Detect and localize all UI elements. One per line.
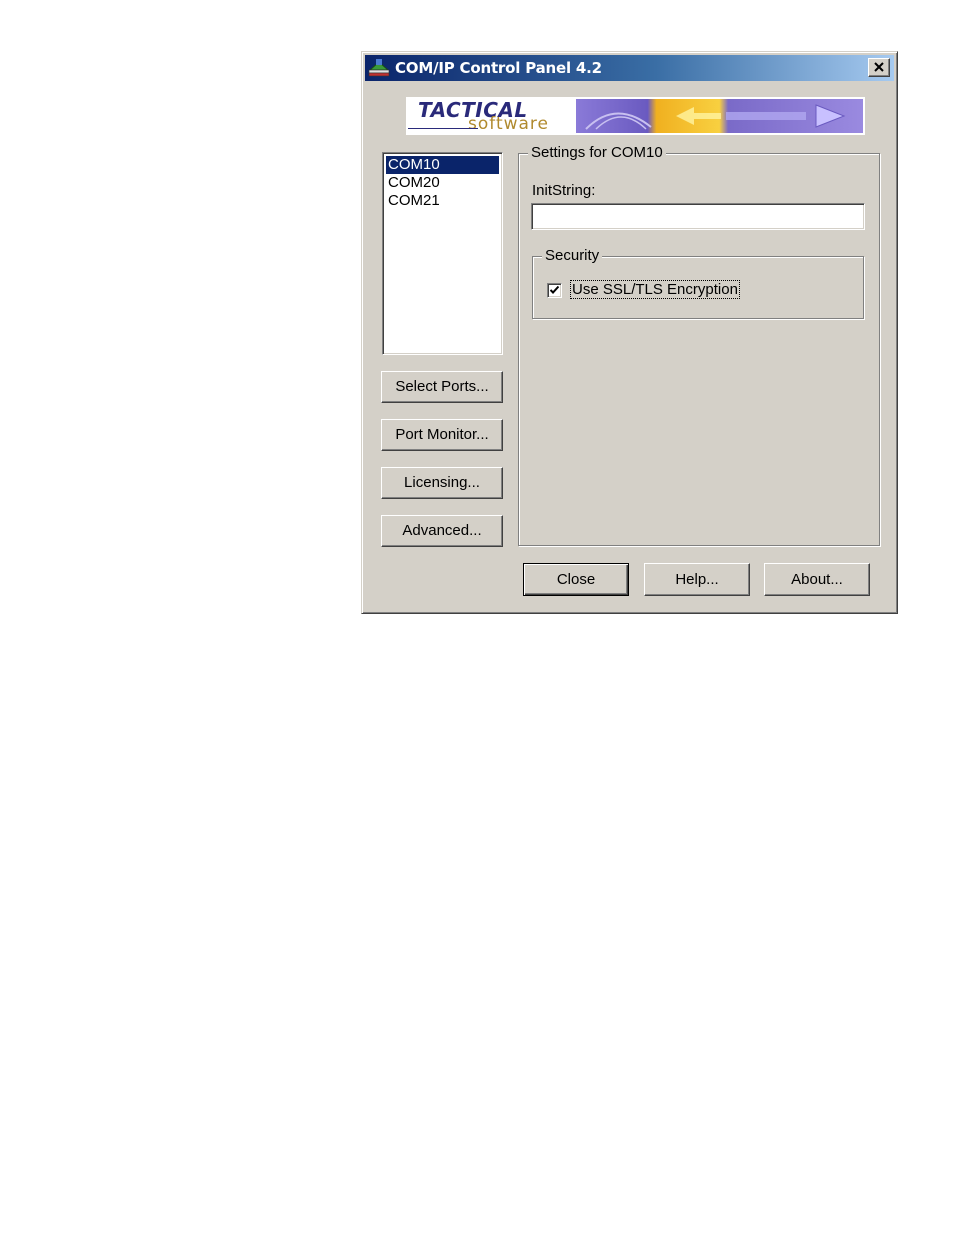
tactical-software-logo: TACTICAL software — [406, 97, 865, 135]
logo-banner-art — [576, 99, 863, 133]
port-list-item[interactable]: COM20 — [386, 174, 499, 192]
select-ports-button[interactable]: Select Ports... — [381, 371, 503, 403]
close-icon — [874, 62, 884, 72]
close-window-button[interactable] — [868, 58, 890, 77]
network-app-icon — [368, 58, 390, 78]
dialog-window: COM/IP Control Panel 4.2 TACTICAL softwa… — [361, 51, 898, 614]
logo-underline — [408, 128, 478, 129]
title-bar[interactable]: COM/IP Control Panel 4.2 — [365, 55, 894, 81]
port-listbox[interactable]: COM10 COM20 COM21 — [382, 152, 503, 355]
about-button[interactable]: About... — [764, 563, 870, 596]
checkmark-icon — [550, 286, 559, 294]
security-group-label: Security — [542, 247, 603, 264]
licensing-button[interactable]: Licensing... — [381, 467, 503, 499]
advanced-button[interactable]: Advanced... — [381, 515, 503, 547]
close-button[interactable]: Close — [523, 563, 629, 596]
ssl-checkbox-label[interactable]: Use SSL/TLS Encryption — [570, 280, 740, 299]
port-list-item[interactable]: COM10 — [386, 156, 499, 174]
help-button[interactable]: Help... — [644, 563, 750, 596]
initstring-label: InitString: — [532, 182, 596, 199]
logo-text-software: software — [468, 114, 550, 134]
initstring-input[interactable] — [531, 203, 865, 230]
port-monitor-button[interactable]: Port Monitor... — [381, 419, 503, 451]
port-list-item[interactable]: COM21 — [386, 192, 499, 210]
window-title: COM/IP Control Panel 4.2 — [395, 59, 602, 77]
ssl-checkbox[interactable] — [547, 283, 562, 298]
settings-group-label: Settings for COM10 — [528, 144, 666, 161]
